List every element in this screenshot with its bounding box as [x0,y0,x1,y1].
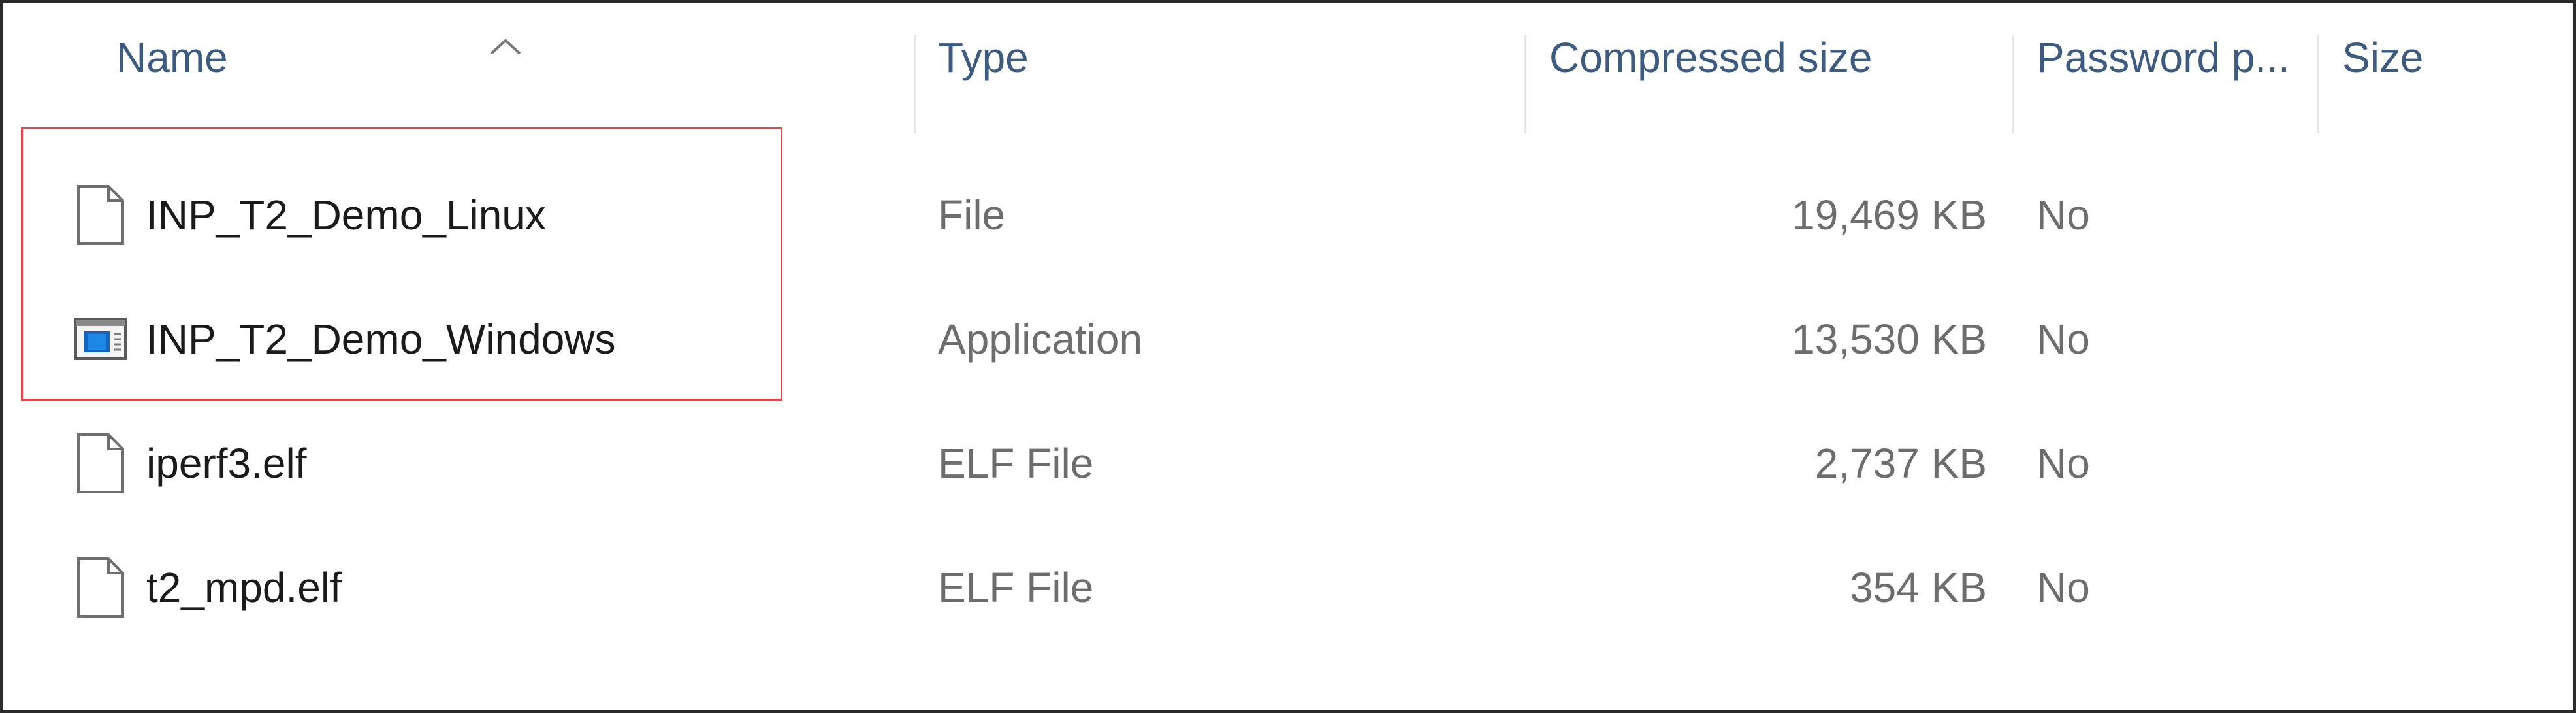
file-type-cell: ELF File [938,564,1094,611]
table-row[interactable]: INP_T2_Demo_Linux File 19,469 KB No [5,153,2576,277]
file-name-cell: INP_T2_Demo_Windows [74,277,910,401]
password-protected-cell: No [2037,564,2090,611]
document-icon [77,557,124,618]
password-protected-cell: No [2037,440,2090,487]
document-icon [77,433,124,493]
column-header-type-label: Type [938,34,1029,81]
file-name: t2_mpd.elf [146,564,342,611]
file-name-cell: t2_mpd.elf [74,525,910,650]
column-header-size[interactable]: Size [2323,5,2571,110]
compressed-size-cell: 19,469 KB [1792,191,1987,239]
document-icon [77,185,124,245]
file-type-cell: Application [938,316,1143,363]
password-protected-cell: No [2037,316,2090,363]
column-header-size-label: Size [2342,34,2424,81]
file-type-cell: ELF File [938,440,1094,487]
application-window-icon [74,318,127,360]
table-row[interactable]: INP_T2_Demo_Windows Application 13,530 K… [5,277,2576,401]
compressed-size-cell: 2,737 KB [1814,440,1987,487]
column-divider[interactable] [914,35,916,133]
column-header-name[interactable]: Name [5,5,913,110]
compressed-size-cell: 13,530 KB [1792,316,1987,363]
file-name: INP_T2_Demo_Windows [146,316,616,363]
column-header-compressed-size[interactable]: Compressed size [1530,5,2013,110]
file-list-window: Name Type Compressed size Password p... … [0,0,2576,713]
chevron-up-icon[interactable] [487,37,524,56]
column-header-name-label: Name [116,34,228,81]
password-protected-cell: No [2037,191,2090,239]
column-header-type[interactable]: Type [920,5,1527,110]
file-name-cell: iperf3.elf [74,401,910,525]
file-name-cell: INP_T2_Demo_Linux [74,153,910,277]
table-row[interactable]: t2_mpd.elf ELF File 354 KB No [5,525,2576,650]
column-header-row: Name Type Compressed size Password p... … [5,5,2576,133]
file-name: INP_T2_Demo_Linux [146,191,546,239]
column-header-compressed-size-label: Compressed size [1549,34,1873,81]
column-divider[interactable] [1524,35,1526,133]
column-header-password-protected[interactable]: Password p... [2017,5,2319,110]
file-type-cell: File [938,191,1006,239]
file-name: iperf3.elf [146,440,307,487]
column-header-password-label: Password p... [2037,34,2290,81]
compressed-size-cell: 354 KB [1850,564,1987,611]
table-row[interactable]: iperf3.elf ELF File 2,737 KB No [5,401,2576,525]
column-divider[interactable] [2012,35,2014,133]
column-divider[interactable] [2317,35,2319,133]
